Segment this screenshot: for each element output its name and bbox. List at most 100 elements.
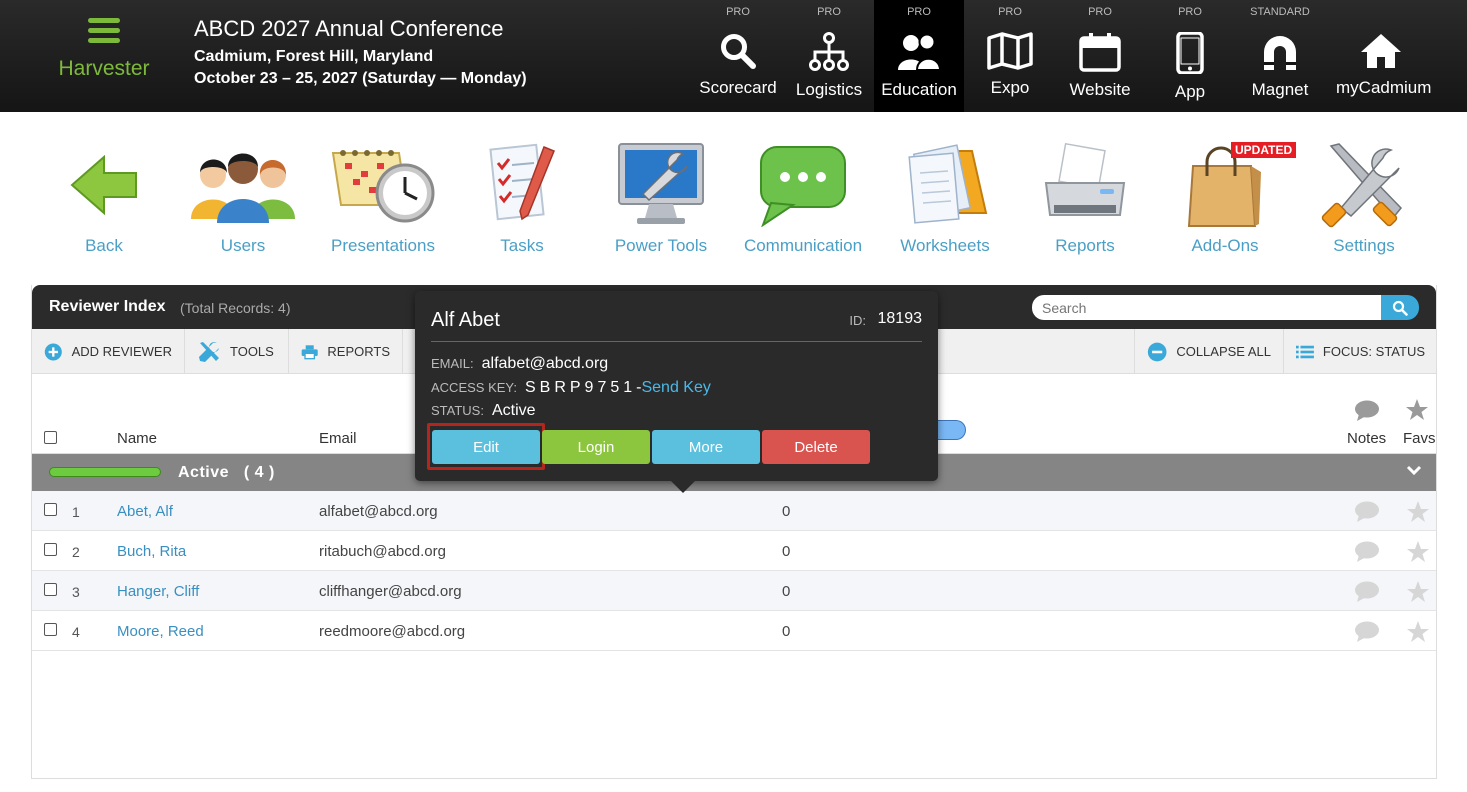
nav-scorecard[interactable]: PRO Scorecard bbox=[693, 0, 783, 112]
reviewer-name-link[interactable]: Hanger, Cliff bbox=[117, 583, 199, 600]
chevron-down-icon[interactable] bbox=[1406, 465, 1422, 477]
select-all-checkbox[interactable] bbox=[44, 431, 57, 444]
reports-button[interactable]: REPORTS bbox=[289, 329, 403, 374]
module-presentations[interactable]: Presentations bbox=[313, 140, 453, 256]
more-button[interactable]: More bbox=[652, 430, 760, 464]
printer-icon bbox=[301, 344, 318, 359]
reviewer-count: 0 bbox=[782, 623, 791, 640]
documents-icon bbox=[908, 144, 988, 224]
nav-magnet[interactable]: STANDARD Magnet bbox=[1235, 0, 1325, 112]
module-label: Settings bbox=[1333, 236, 1395, 255]
reports-label: REPORTS bbox=[327, 344, 390, 359]
group-count: ( 4 ) bbox=[243, 464, 275, 481]
hamburger-icon[interactable] bbox=[88, 18, 120, 43]
column-name[interactable]: Name bbox=[117, 430, 157, 447]
checklist-icon bbox=[489, 143, 555, 221]
table-row[interactable]: 4 Moore, Reed reedmoore@abcd.org 0 bbox=[32, 611, 1436, 651]
printer-icon bbox=[1044, 143, 1126, 216]
delete-button[interactable]: Delete bbox=[762, 430, 870, 464]
popup-id-label: ID: bbox=[849, 313, 866, 328]
column-favs: Favs bbox=[1403, 430, 1436, 447]
row-checkbox[interactable] bbox=[44, 623, 57, 636]
group-label: Active ( 4 ) bbox=[178, 464, 275, 482]
column-notes: Notes bbox=[1347, 430, 1387, 447]
table-row[interactable]: 2 Buch, Rita ritabuch@abcd.org 0 bbox=[32, 531, 1436, 571]
conference-title: ABCD 2027 Annual Conference bbox=[194, 16, 504, 41]
row-number: 1 bbox=[72, 504, 80, 520]
updated-badge: UPDATED bbox=[1231, 142, 1297, 158]
notes-icon[interactable] bbox=[1354, 621, 1380, 643]
reviewer-name-link[interactable]: Abet, Alf bbox=[117, 503, 173, 520]
nav-app[interactable]: PRO App bbox=[1145, 0, 1235, 112]
row-checkbox[interactable] bbox=[44, 583, 57, 596]
nav-logistics[interactable]: PRO Logistics bbox=[784, 0, 874, 112]
module-worksheets[interactable]: Worksheets bbox=[875, 140, 1015, 256]
reviewer-name-link[interactable]: Buch, Rita bbox=[117, 543, 186, 560]
popup-access-line: ACCESS KEY: SBRP9751-Send Key bbox=[431, 379, 711, 397]
send-key-link[interactable]: Send Key bbox=[641, 379, 710, 396]
table-row[interactable]: 3 Hanger, Cliff cliffhanger@abcd.org 0 bbox=[32, 571, 1436, 611]
nav-mycadmium[interactable]: myCadmium bbox=[1336, 0, 1431, 112]
notes-icon bbox=[1355, 400, 1379, 421]
star-icon[interactable] bbox=[1406, 500, 1430, 524]
conference-info: ABCD 2027 Annual Conference Cadmium, For… bbox=[194, 16, 527, 88]
module-reports[interactable]: Reports bbox=[1015, 140, 1155, 256]
notes-icon[interactable] bbox=[1354, 541, 1380, 563]
star-icon[interactable] bbox=[1406, 540, 1430, 564]
focus-status-button[interactable]: FOCUS: STATUS bbox=[1283, 329, 1437, 374]
monitor-wrench-icon bbox=[618, 143, 704, 224]
nav-label: Website bbox=[1069, 80, 1131, 99]
tools-button[interactable]: TOOLS bbox=[185, 329, 289, 374]
home-icon bbox=[1361, 34, 1401, 68]
module-tasks[interactable]: Tasks bbox=[452, 140, 592, 256]
row-checkbox[interactable] bbox=[44, 543, 57, 556]
star-icon[interactable] bbox=[1406, 580, 1430, 604]
search-input[interactable] bbox=[1032, 295, 1382, 320]
reviewer-name-link[interactable]: Moore, Reed bbox=[117, 623, 204, 640]
add-reviewer-button[interactable]: ADD REVIEWER bbox=[32, 329, 185, 374]
tools-icon bbox=[1321, 143, 1402, 228]
module-users[interactable]: Users bbox=[173, 140, 313, 256]
reviewer-email: cliffhanger@abcd.org bbox=[319, 583, 462, 600]
star-icon[interactable] bbox=[1406, 620, 1430, 644]
nav-expo[interactable]: PRO Expo bbox=[965, 0, 1055, 112]
module-label: Power Tools bbox=[614, 236, 708, 255]
nav-label: Magnet bbox=[1251, 80, 1309, 99]
users-group-icon bbox=[191, 153, 295, 223]
nav-tier: STANDARD bbox=[1250, 6, 1310, 18]
back-arrow-icon bbox=[70, 154, 137, 216]
nav-website[interactable]: PRO Website bbox=[1055, 0, 1145, 112]
reviewer-count: 0 bbox=[782, 543, 791, 560]
row-checkbox[interactable] bbox=[44, 503, 57, 516]
row-number: 3 bbox=[72, 584, 80, 600]
edit-button[interactable]: Edit bbox=[432, 430, 540, 464]
popup-divider bbox=[431, 341, 922, 342]
harvester-menu[interactable]: Harvester bbox=[40, 14, 168, 81]
nav-education[interactable]: PRO Education bbox=[874, 0, 964, 112]
status-bar bbox=[49, 467, 161, 477]
column-email[interactable]: Email bbox=[319, 430, 357, 447]
nav-tier: PRO bbox=[817, 6, 841, 18]
notes-icon[interactable] bbox=[1354, 581, 1380, 603]
list-icon bbox=[1296, 345, 1314, 358]
module-add-ons[interactable]: UPDATED Add-Ons bbox=[1155, 140, 1297, 256]
hierarchy-icon bbox=[809, 32, 849, 71]
module-label: Reports bbox=[1055, 236, 1115, 255]
nav-tier bbox=[1336, 6, 1426, 20]
popup-status-line: STATUS: Active bbox=[431, 402, 536, 420]
search-button[interactable] bbox=[1381, 295, 1419, 320]
popup-status: Active bbox=[491, 402, 536, 419]
conference-location: Cadmium, Forest Hill, Maryland bbox=[194, 48, 434, 65]
login-button[interactable]: Login bbox=[542, 430, 650, 464]
panel-title: Reviewer Index bbox=[49, 298, 166, 315]
notes-icon[interactable] bbox=[1354, 501, 1380, 523]
module-power-tools[interactable]: Power Tools bbox=[591, 140, 731, 256]
conference-dates: October 23 – 25, 2027 (Saturday — Monday… bbox=[194, 70, 527, 87]
nav-tier: PRO bbox=[726, 6, 750, 18]
module-back[interactable]: Back bbox=[34, 140, 174, 256]
table-row[interactable]: 1 Abet, Alf alfabet@abcd.org 0 bbox=[32, 491, 1436, 531]
module-communication[interactable]: Communication bbox=[733, 140, 873, 256]
collapse-all-button[interactable]: COLLAPSE ALL bbox=[1134, 329, 1283, 374]
module-settings[interactable]: Settings bbox=[1294, 140, 1434, 256]
reviewer-count: 0 bbox=[782, 583, 791, 600]
